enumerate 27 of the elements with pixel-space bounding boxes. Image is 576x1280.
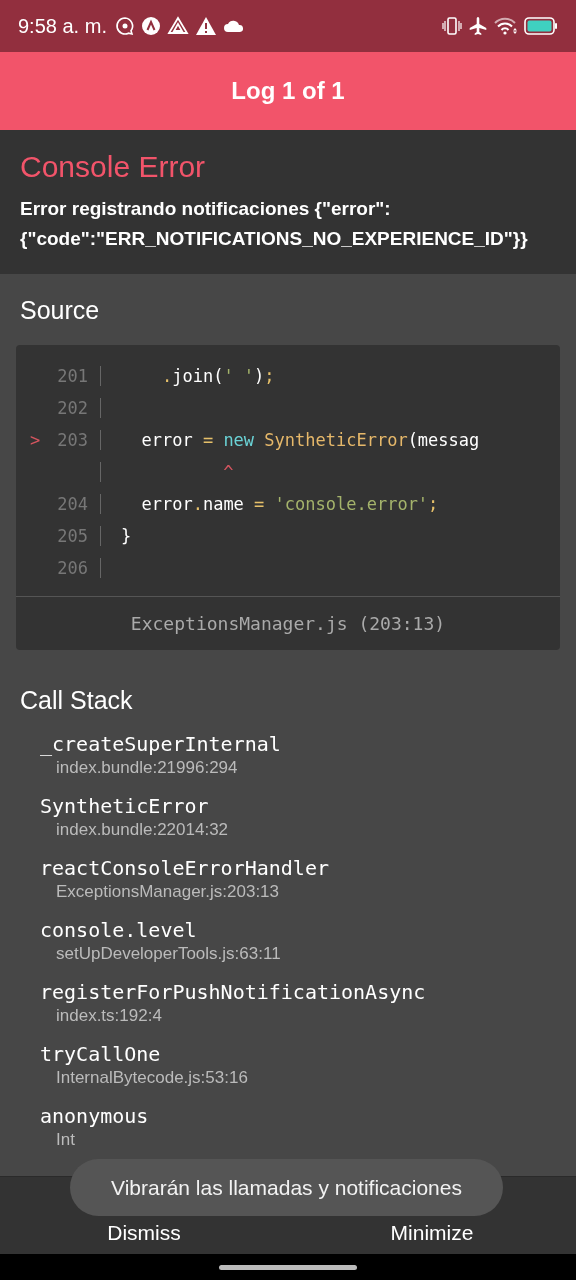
line-number: 205 <box>56 526 88 546</box>
stack-frame-file: index.ts:192:4 <box>56 1005 162 1027</box>
error-message: Error registrando notificaciones {"error":{"code":"ERR_NOTIFICATIONS_NO_EXPERIENCE_ID"}} <box>20 197 529 251</box>
line-number: 202 <box>56 398 88 418</box>
current-line-marker: > <box>30 430 42 450</box>
stack-frame-file: ExceptionsManager.js:203:13 <box>56 881 280 903</box>
file-location: ExceptionsManager.js (203:13) <box>130 613 446 634</box>
header-title: Log 1 of 1 <box>231 77 345 105</box>
toast-text: Vibrarán las llamadas y notificaciones <box>111 1175 462 1200</box>
stack-frame-file: index.bundle:22014:32 <box>56 819 229 841</box>
stack-frame-file: Int <box>56 1129 75 1151</box>
code-line: .join(' '); <box>160 366 275 386</box>
code-line: error = new SyntheticError(messag <box>140 430 480 450</box>
section-title: Call Stack <box>20 686 134 715</box>
line-number: 204 <box>56 494 88 514</box>
clock-time: 9:58 a. m. <box>18 14 107 38</box>
line-number: 203 <box>56 430 88 450</box>
section-title: Source <box>20 296 101 325</box>
error-title: Console Error <box>20 150 207 184</box>
line-number: 206 <box>56 558 88 578</box>
stack-frame-file: InternalBytecode.js:53:16 <box>56 1067 248 1089</box>
stack-frame-file: setUpDeveloperTools.js:63:11 <box>56 943 281 965</box>
code-line: ^ <box>222 462 234 482</box>
code-line: } <box>121 526 132 546</box>
code-line: error.name = 'console.error'; <box>140 494 439 514</box>
line-number: 201 <box>56 366 88 386</box>
stack-frame-file: index.bundle:21996:294 <box>56 757 238 779</box>
